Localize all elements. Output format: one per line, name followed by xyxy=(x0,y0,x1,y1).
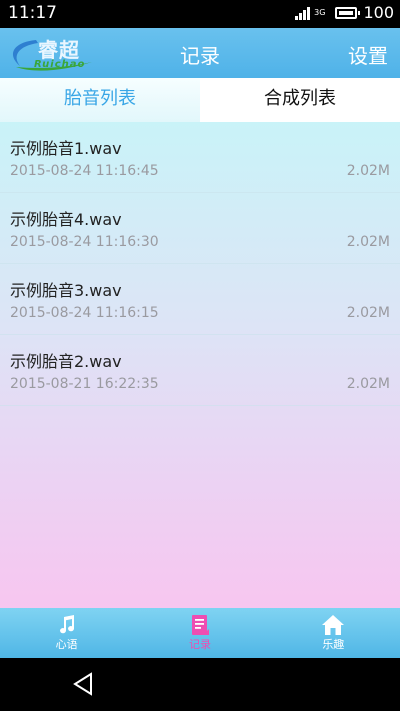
file-date: 2015-08-21 16:22:35 xyxy=(10,376,159,392)
nav-item-fun[interactable]: 乐趣 xyxy=(267,608,400,658)
file-size: 2.02M xyxy=(346,305,390,321)
nav-label: 心语 xyxy=(55,638,78,651)
tab-fetal-sound-list[interactable]: 胎音列表 xyxy=(0,78,200,124)
music-note-icon xyxy=(59,615,74,634)
file-date: 2015-08-24 11:16:30 xyxy=(10,234,159,250)
back-icon[interactable] xyxy=(72,672,94,696)
bottom-nav: 心语 记录 乐趣 xyxy=(0,608,400,658)
app-header: 睿超 Ruichao 记录 设置 xyxy=(0,28,400,78)
file-name: 示例胎音4.wav xyxy=(10,210,122,229)
list-item[interactable]: 示例胎音4.wav 2015-08-24 11:16:30 2.02M xyxy=(0,193,400,264)
page-title: 记录 xyxy=(180,44,220,68)
list-item[interactable]: 示例胎音1.wav 2015-08-24 11:16:45 2.02M xyxy=(0,122,400,193)
battery-icon xyxy=(335,6,361,19)
list-tabs: 胎音列表 合成列表 xyxy=(0,78,400,124)
status-bar: 11:17 3G 100 xyxy=(0,0,400,28)
nav-label: 乐趣 xyxy=(322,638,345,651)
file-name: 示例胎音1.wav xyxy=(10,139,122,158)
file-size: 2.02M xyxy=(346,163,390,179)
file-size: 2.02M xyxy=(346,234,390,250)
file-date: 2015-08-24 11:16:15 xyxy=(10,305,159,321)
home-icon xyxy=(322,615,345,635)
settings-button[interactable]: 设置 xyxy=(348,40,388,69)
nav-item-heart-words[interactable]: 心语 xyxy=(0,608,133,658)
battery-level: 100 xyxy=(363,3,394,22)
file-size: 2.02M xyxy=(346,376,390,392)
system-nav-bar xyxy=(0,658,400,711)
file-list: 示例胎音1.wav 2015-08-24 11:16:45 2.02M 示例胎音… xyxy=(0,122,400,608)
signal-icon xyxy=(295,6,311,20)
file-name: 示例胎音3.wav xyxy=(10,281,122,300)
list-item[interactable]: 示例胎音3.wav 2015-08-24 11:16:15 2.02M xyxy=(0,264,400,335)
file-date: 2015-08-24 11:16:45 xyxy=(10,163,159,179)
tab-composite-list[interactable]: 合成列表 xyxy=(200,78,400,122)
file-name: 示例胎音2.wav xyxy=(10,352,122,371)
list-item[interactable]: 示例胎音2.wav 2015-08-21 16:22:35 2.02M xyxy=(0,335,400,406)
nav-item-records[interactable]: 记录 xyxy=(133,608,266,658)
network-type: 3G xyxy=(314,8,326,17)
nav-label: 记录 xyxy=(188,638,211,651)
status-indicators: 3G 100 xyxy=(295,3,394,22)
status-time: 11:17 xyxy=(8,3,57,23)
record-list-icon xyxy=(191,615,209,635)
